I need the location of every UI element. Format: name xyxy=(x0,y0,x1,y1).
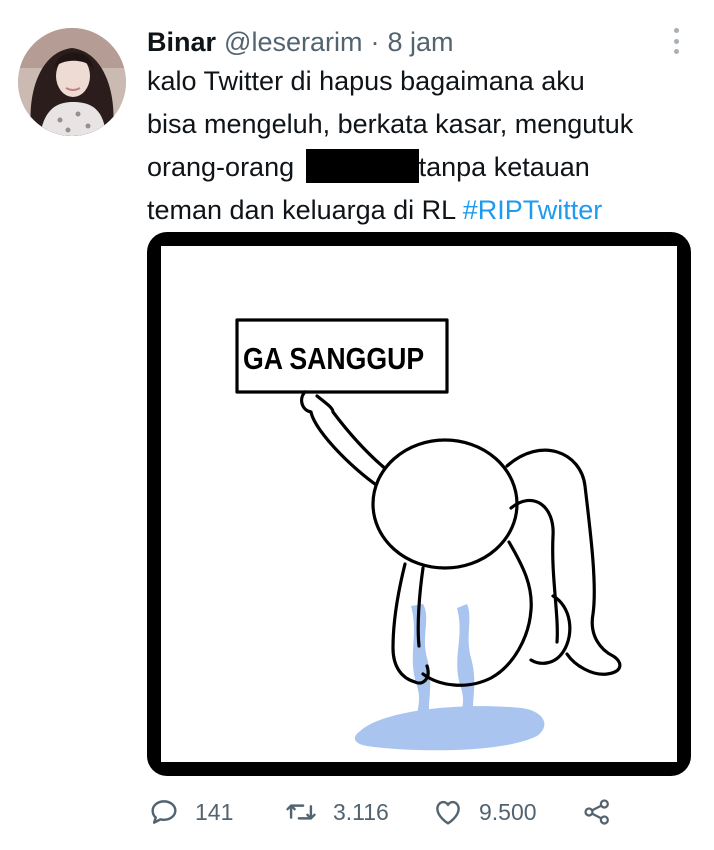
redaction-bar xyxy=(305,149,419,183)
hashtag-link[interactable]: #RIPTwitter xyxy=(463,195,603,225)
like-count: 9.500 xyxy=(479,798,537,825)
share-button[interactable] xyxy=(581,792,613,832)
author-name[interactable]: Binar xyxy=(147,22,216,62)
tweet-text-line: bisa mengeluh, berkata kasar, mengutuk xyxy=(147,109,634,139)
tweet-text-line: teman dan keluarga di RL #RIPTwitter xyxy=(147,189,707,232)
like-button[interactable]: 9.500 xyxy=(431,792,537,832)
share-icon xyxy=(584,799,609,825)
like-icon xyxy=(436,800,460,825)
tweet-text-segment: orang-orang xyxy=(147,152,295,182)
tweet-text-segment: tanpa ketauan xyxy=(418,152,590,182)
tweet-text: kalo Twitter di hapus bagaimana aku bisa… xyxy=(147,60,707,232)
meme-drawing: GA SANGGUP xyxy=(235,318,622,751)
sign-text: GA SANGGUP xyxy=(243,342,424,376)
retweet-icon xyxy=(286,804,316,820)
tweet-text-line: orang-orang tanpa ketauan xyxy=(147,146,707,189)
reply-icon xyxy=(151,800,177,824)
meme-image: GA SANGGUP xyxy=(161,246,677,762)
retweet-button[interactable]: 3.116 xyxy=(283,792,389,832)
tweet-media[interactable]: GA SANGGUP xyxy=(147,232,691,776)
tweet: Binar @leserarim · 8 jam kalo Twitter di… xyxy=(0,0,714,850)
tweet-text-line: kalo Twitter di hapus bagaimana aku xyxy=(147,66,585,96)
reply-count: 141 xyxy=(195,798,234,825)
retweet-count: 3.116 xyxy=(333,798,389,825)
separator-dot: · xyxy=(370,27,380,57)
reply-button[interactable]: 141 xyxy=(147,792,233,832)
tweet-header: Binar @leserarim · 8 jam xyxy=(147,22,454,62)
tears-puddle xyxy=(354,604,545,751)
author-handle[interactable]: @leserarim xyxy=(224,22,362,62)
avatar-photo xyxy=(18,28,126,136)
action-bar: 141 3.116 9.500 xyxy=(147,792,667,832)
avatar[interactable] xyxy=(18,28,126,136)
tweet-text-segment: teman dan keluarga di RL xyxy=(147,195,456,225)
timestamp[interactable]: 8 jam xyxy=(387,22,453,62)
more-options-icon[interactable] xyxy=(664,24,688,58)
